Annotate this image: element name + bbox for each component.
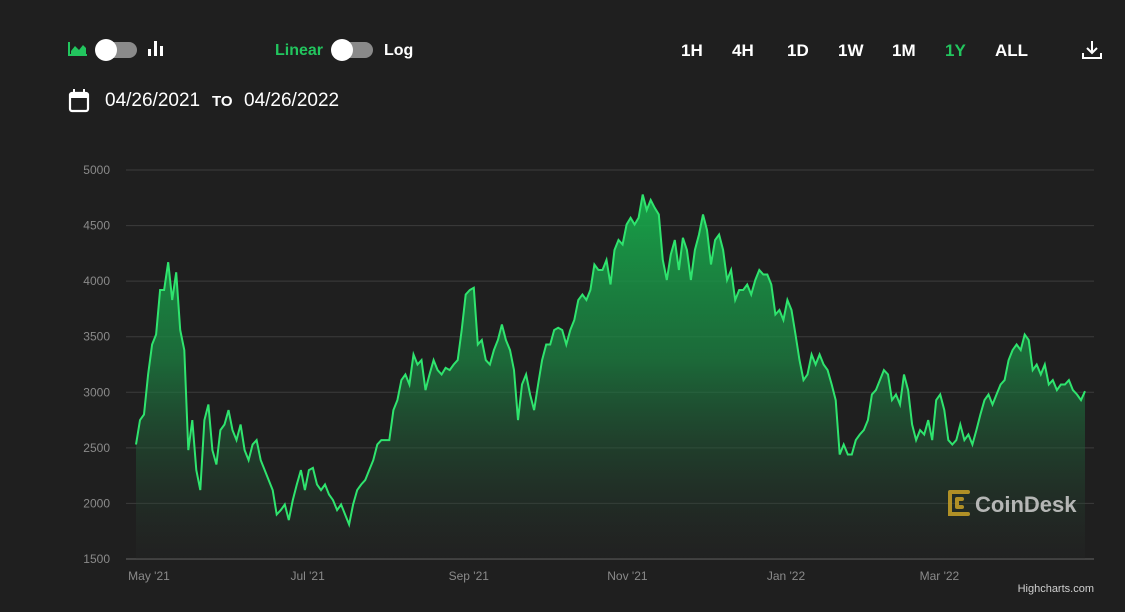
y-tick-label: 3500 — [83, 330, 110, 344]
y-tick-label: 2500 — [83, 441, 110, 455]
y-tick-label: 3000 — [83, 385, 110, 399]
x-tick-label: Nov '21 — [607, 569, 648, 583]
x-tick-label: Sep '21 — [449, 569, 490, 583]
price-area-fill — [136, 194, 1085, 559]
watermark-text: CoinDesk — [975, 492, 1077, 517]
y-tick-label: 1500 — [83, 552, 110, 566]
highcharts-credits[interactable]: Highcharts.com — [1018, 583, 1094, 595]
price-chart: 1500 2000 2500 3000 3500 4000 4500 5000 May '21 J… — [83, 163, 1094, 595]
x-tick-label: May '21 — [128, 569, 170, 583]
x-tick-label: Mar '22 — [920, 569, 960, 583]
y-tick-label: 4500 — [83, 219, 110, 233]
y-tick-label: 5000 — [83, 163, 110, 177]
x-tick-label: Jan '22 — [767, 569, 806, 583]
y-tick-label: 2000 — [83, 496, 110, 510]
x-tick-label: Jul '21 — [290, 569, 325, 583]
y-tick-label: 4000 — [83, 274, 110, 288]
